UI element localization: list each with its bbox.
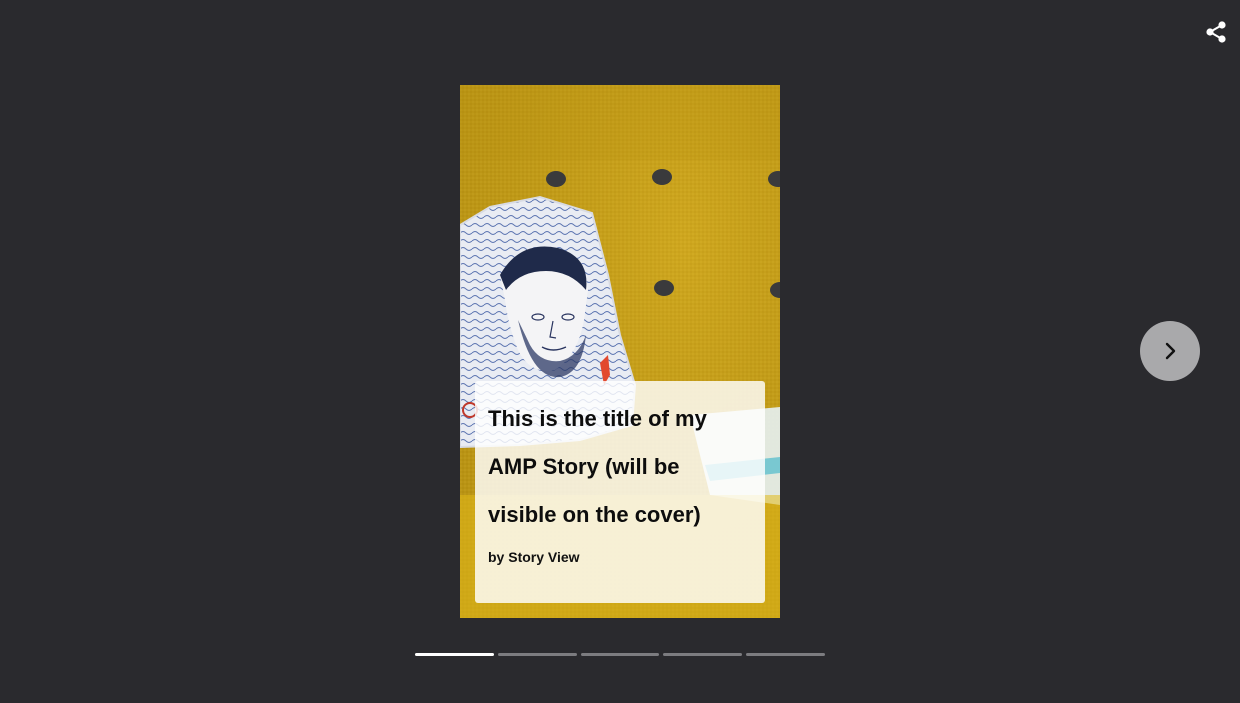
progress-segment — [580, 653, 660, 656]
story-viewer: This is the title of my AMP Story (will … — [0, 0, 1240, 703]
next-page-button[interactable] — [1140, 321, 1200, 381]
progress-segment — [497, 653, 577, 656]
share-icon — [1206, 21, 1226, 43]
story-byline: by Story View — [488, 549, 580, 565]
progress-segment — [746, 653, 825, 656]
title-card: This is the title of my AMP Story (will … — [475, 381, 765, 603]
story-page[interactable]: This is the title of my AMP Story (will … — [460, 85, 780, 618]
share-button[interactable] — [1201, 17, 1231, 47]
progress-segment — [663, 653, 743, 656]
story-progress-bar — [415, 653, 825, 657]
story-title: This is the title of my AMP Story (will … — [488, 406, 707, 527]
progress-segment — [415, 653, 494, 656]
chevron-right-icon — [1165, 342, 1176, 360]
